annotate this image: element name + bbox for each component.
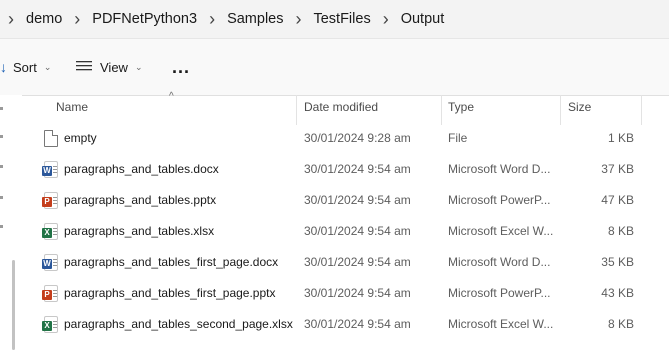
column-header-date[interactable]: Date modified [304, 95, 378, 119]
file-date-modified: 30/01/2024 9:54 am [304, 286, 411, 300]
file-row[interactable]: Pparagraphs_and_tables_first_page.pptx 30… [22, 278, 669, 309]
file-row[interactable]: Pparagraphs_and_tables.pptx 30/01/2024 9:… [22, 185, 669, 216]
powerpoint-document-icon: P [42, 192, 58, 209]
file-type: Microsoft PowerP... [448, 286, 551, 300]
file-date-modified: 30/01/2024 9:54 am [304, 255, 411, 269]
breadcrumb-item-samples[interactable]: Samples [223, 11, 287, 27]
column-header-size[interactable]: Size [568, 95, 591, 119]
document-lines [53, 228, 57, 229]
app-badge: X [42, 321, 52, 331]
nav-scrollbar[interactable] [12, 260, 15, 350]
document-lines [53, 259, 57, 260]
app-badge: P [42, 197, 52, 207]
column-divider[interactable] [641, 95, 642, 125]
file-type: Microsoft Word D... [448, 162, 551, 176]
chevron-right-icon[interactable]: › [201, 10, 223, 28]
excel-document-icon: X [42, 316, 58, 333]
nav-expander-icon[interactable] [0, 225, 3, 228]
file-date-modified: 30/01/2024 9:54 am [304, 224, 411, 238]
sort-label: Sort [13, 59, 37, 75]
sort-ascending-icon: ^ [169, 91, 174, 102]
chevron-right-icon[interactable]: › [66, 10, 88, 28]
file-row[interactable]: Xparagraphs_and_tables.xlsx 30/01/2024 9:… [22, 216, 669, 247]
blank-file-icon [44, 130, 58, 147]
nav-expander-icon[interactable] [0, 107, 3, 110]
column-header-row: ^ Name Date modified Type Size [22, 91, 669, 125]
file-size: 1 KB [607, 131, 634, 145]
file-date-modified: 30/01/2024 9:54 am [304, 162, 411, 176]
column-divider[interactable] [441, 95, 442, 125]
file-row[interactable]: empty 30/01/2024 9:28 am File 1 KB [22, 123, 669, 154]
command-bar: ↓ Sort ⌄ View ⌄ ... [0, 38, 669, 96]
column-header-name[interactable]: Name [56, 95, 88, 119]
breadcrumb: › demo › PDFNetPython3 › Samples › TestF… [0, 0, 448, 38]
word-document-icon: W [42, 161, 58, 178]
file-type: Microsoft Excel W... [448, 317, 554, 331]
document-lines [53, 321, 57, 322]
view-label: View [100, 59, 128, 75]
file-date-modified: 30/01/2024 9:28 am [304, 131, 411, 145]
more-options-button[interactable]: ... [172, 39, 190, 95]
breadcrumb-item-output[interactable]: Output [397, 11, 449, 27]
file-size: 35 KB [601, 255, 634, 269]
chevron-right-icon[interactable]: › [287, 10, 309, 28]
file-name: paragraphs_and_tables.pptx [64, 193, 217, 207]
nav-expander-icon[interactable] [0, 165, 3, 168]
column-divider[interactable] [560, 95, 561, 125]
file-date-modified: 30/01/2024 9:54 am [304, 193, 411, 207]
excel-document-icon: X [42, 223, 58, 240]
breadcrumb-item-testfiles[interactable]: TestFiles [309, 11, 374, 27]
file-type: Microsoft Excel W... [448, 224, 554, 238]
app-badge: W [42, 166, 52, 176]
document-lines [53, 166, 57, 167]
file-row[interactable]: Wparagraphs_and_tables.docx 30/01/2024 9:… [22, 154, 669, 185]
column-header-type[interactable]: Type [448, 95, 474, 119]
document-lines [53, 197, 57, 198]
sort-arrow-icon: ↓ [0, 59, 7, 75]
file-type: File [448, 131, 468, 145]
file-type: Microsoft PowerP... [448, 193, 551, 207]
file-name: paragraphs_and_tables_first_page.pptx [64, 286, 276, 300]
file-size: 47 KB [601, 193, 634, 207]
file-name: empty [64, 131, 97, 145]
file-name: paragraphs_and_tables.docx [64, 162, 219, 176]
file-size: 8 KB [607, 224, 634, 238]
view-button[interactable]: View ⌄ [76, 39, 143, 95]
breadcrumb-item-pdfnetpython3[interactable]: PDFNetPython3 [88, 11, 201, 27]
nav-expander-icon[interactable] [0, 135, 3, 138]
file-size: 8 KB [607, 317, 634, 331]
column-divider[interactable] [296, 95, 297, 125]
navigation-pane [0, 95, 22, 357]
file-row[interactable]: Wparagraphs_and_tables_first_page.docx 30… [22, 247, 669, 278]
sort-button[interactable]: ↓ Sort ⌄ [0, 39, 51, 95]
app-badge: P [42, 290, 52, 300]
file-type: Microsoft Word D... [448, 255, 551, 269]
chevron-down-icon: ⌄ [43, 61, 52, 72]
file-name: paragraphs_and_tables_first_page.docx [64, 255, 279, 269]
list-view-icon [76, 60, 92, 75]
chevron-right-icon[interactable]: › [375, 10, 397, 28]
document-lines [53, 290, 57, 291]
file-list: ^ Name Date modified Type Size empty 30/0… [22, 91, 669, 357]
chevron-down-icon: ⌄ [134, 61, 143, 72]
file-date-modified: 30/01/2024 9:54 am [304, 317, 411, 331]
file-row[interactable]: Xparagraphs_and_tables_second_page.xlsx 3… [22, 309, 669, 340]
powerpoint-document-icon: P [42, 285, 58, 302]
word-document-icon: W [42, 254, 58, 271]
address-bar: › demo › PDFNetPython3 › Samples › TestF… [0, 0, 669, 38]
app-badge: W [42, 259, 52, 269]
chevron-right-icon: › [8, 9, 14, 29]
app-badge: X [42, 228, 52, 238]
breadcrumb-item-demo[interactable]: demo [22, 11, 66, 27]
file-name: paragraphs_and_tables_second_page.xlsx [64, 317, 293, 331]
nav-expander-icon[interactable] [0, 196, 3, 199]
file-name: paragraphs_and_tables.xlsx [64, 224, 215, 238]
file-size: 43 KB [601, 286, 634, 300]
file-size: 37 KB [601, 162, 634, 176]
